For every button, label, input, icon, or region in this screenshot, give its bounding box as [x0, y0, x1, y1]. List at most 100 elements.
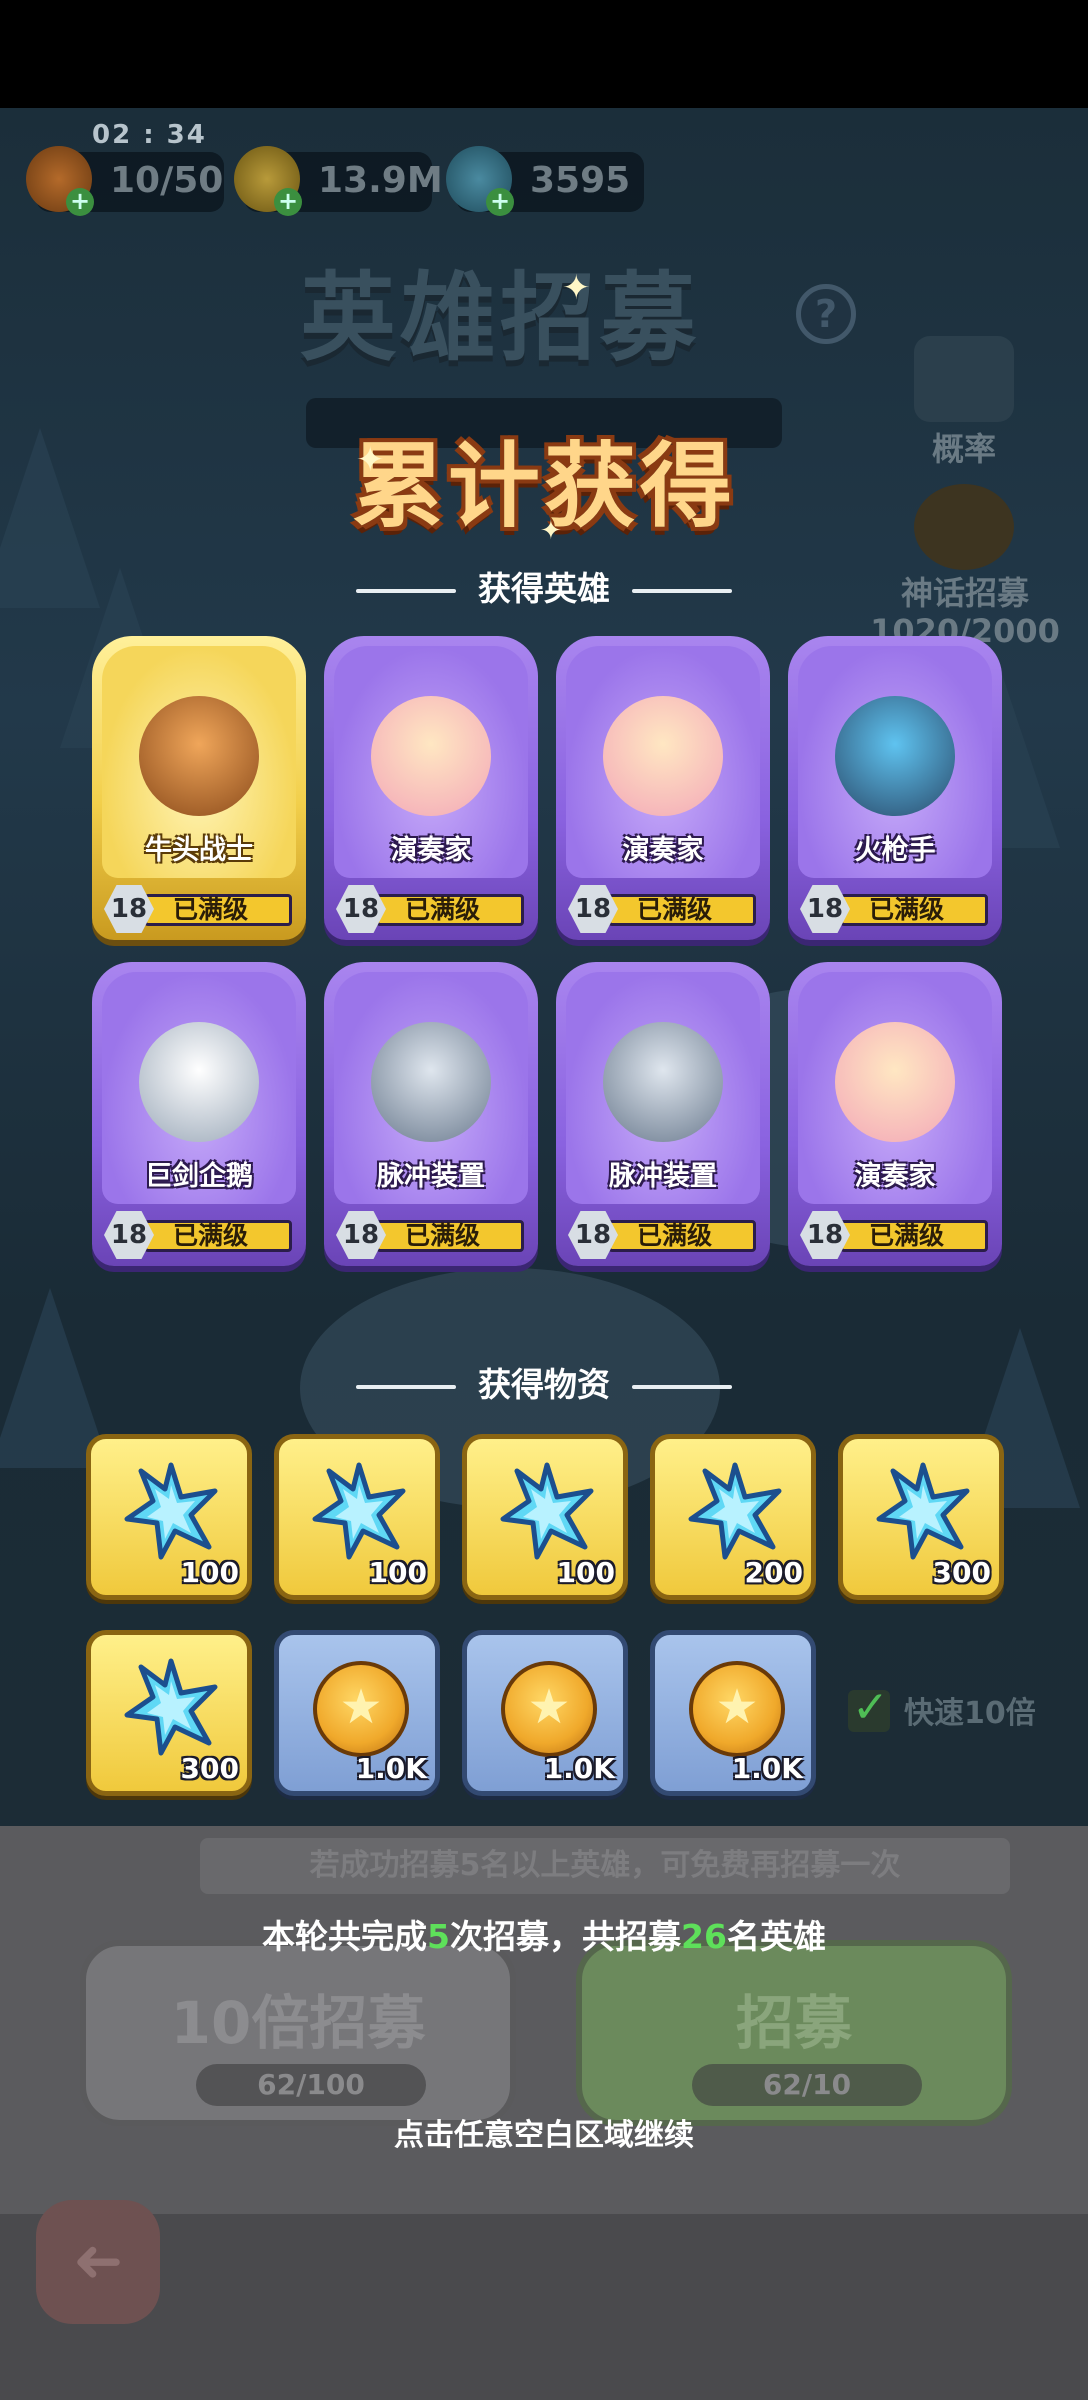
single-recruit-label: 招募	[735, 1989, 852, 2057]
divider	[632, 1384, 732, 1389]
max-level-tag: 已满级	[144, 894, 292, 926]
hero-card[interactable]: 牛头战士 已满级 18	[92, 636, 306, 946]
item-amount: 300	[932, 1556, 991, 1589]
plus-icon[interactable]: +	[274, 188, 302, 216]
reward-item[interactable]: 200	[650, 1434, 816, 1600]
gold-coin-icon	[689, 1661, 785, 1757]
snowflake-gem-icon	[124, 1658, 218, 1756]
hero-level: 18	[104, 885, 154, 933]
hero-name: 演奏家	[854, 1161, 936, 1192]
hero-card[interactable]: 火枪手已满级 18	[788, 636, 1002, 946]
single-recruit-button[interactable]: 招募 62/10	[576, 1940, 1012, 2126]
hero-level: 18	[336, 885, 386, 933]
sparkle-icon: ✦	[356, 440, 385, 480]
sword-penguin-icon	[139, 1022, 259, 1142]
back-arrow-icon[interactable]	[36, 2200, 160, 2324]
hero-card[interactable]: 巨剑企鹅 已满级 18	[92, 962, 306, 1272]
hero-card[interactable]: 演奏家已满级 18	[324, 636, 538, 946]
quick-ten-checkbox[interactable]	[848, 1682, 890, 1733]
reward-item[interactable]: 300	[838, 1434, 1004, 1600]
gold-coin-icon	[501, 1661, 597, 1757]
max-level-tag: 已满级	[840, 1220, 988, 1252]
max-level-label: 已满级	[173, 1221, 249, 1250]
hero-card[interactable]: 脉冲装置已满级 18	[324, 962, 538, 1272]
summary-text: 本轮共完成	[262, 1917, 428, 1956]
hero-name: 演奏家	[622, 835, 704, 866]
quick-ten-label: 快速10倍	[904, 1696, 1036, 1731]
hero-card-frame: 巨剑企鹅 已满级 18	[92, 962, 306, 1266]
hero-name: 演奏家	[390, 835, 472, 866]
max-level-label: 已满级	[637, 895, 713, 924]
divider	[632, 588, 732, 593]
max-level-tag: 已满级	[376, 894, 524, 926]
minotaur-warrior-icon	[139, 696, 259, 816]
hero-level: 18	[800, 885, 850, 933]
snowflake-gem-icon	[876, 1462, 970, 1560]
stamina-counter[interactable]: + 10/50	[26, 146, 224, 216]
hero-level: 18	[800, 1211, 850, 1259]
max-level-label: 已满级	[637, 1221, 713, 1250]
max-level-tag: 已满级	[608, 1220, 756, 1252]
ten-recruit-cost: 62/100	[196, 2064, 426, 2106]
reward-item[interactable]: 100	[86, 1434, 252, 1600]
item-amount: 100	[180, 1556, 239, 1589]
divider	[356, 1384, 456, 1389]
plus-icon[interactable]: +	[66, 188, 94, 216]
hero-level-bar: 已满级 18	[336, 885, 526, 933]
hero-card[interactable]: 演奏家已满级 18	[788, 962, 1002, 1272]
max-level-label: 已满级	[405, 895, 481, 924]
hero-level-bar: 已满级 18	[568, 885, 758, 933]
hero-level: 18	[336, 1211, 386, 1259]
pulse-device-icon	[371, 1022, 491, 1142]
ten-recruit-button[interactable]: 10倍招募 62/100	[80, 1940, 516, 2126]
reward-item[interactable]: 1.0K	[274, 1630, 440, 1796]
item-amount: 200	[744, 1556, 803, 1589]
hero-card-frame: 演奏家已满级 18	[556, 636, 770, 940]
gold-counter[interactable]: + 13.9M	[234, 146, 443, 216]
reward-item[interactable]: 1.0K	[650, 1630, 816, 1796]
sparkle-icon: ✦	[562, 268, 591, 308]
bottom-panel-footer	[0, 2214, 1088, 2400]
gold-coin-icon	[313, 1661, 409, 1757]
hero-level: 18	[104, 1211, 154, 1259]
stamina-value: 10/50	[110, 160, 224, 201]
max-level-tag: 已满级	[840, 894, 988, 926]
hero-level-bar: 已满级 18	[568, 1211, 758, 1259]
probability-icon[interactable]	[914, 336, 1014, 422]
hero-card-frame: 火枪手已满级 18	[788, 636, 1002, 940]
hero-name: 火枪手	[854, 835, 936, 866]
summary-hero-count: 26	[681, 1917, 727, 1956]
recruit-page-title: 英雄招募	[300, 262, 700, 374]
snowflake-gem-icon	[688, 1462, 782, 1560]
hud-timer: 02 : 34	[92, 120, 207, 150]
ten-recruit-label: 10倍招募	[170, 1989, 426, 2057]
hero-card[interactable]: 演奏家已满级 18	[556, 636, 770, 946]
item-amount: 100	[556, 1556, 615, 1589]
summary-text: 次招募，共招募	[450, 1917, 682, 1956]
game-screen[interactable]: 02 : 34 + 10/50 + 13.9M + 3595 英雄招募 ? 概率…	[0, 0, 1088, 2400]
item-amount: 1.0K	[543, 1752, 615, 1785]
reward-item[interactable]: 100	[462, 1434, 628, 1600]
plus-icon[interactable]: +	[486, 188, 514, 216]
hero-card-frame: 脉冲装置已满级 18	[324, 962, 538, 1266]
recruit-summary: 本轮共完成5次招募，共招募26名英雄	[0, 1910, 1088, 1958]
musketeer-icon	[835, 696, 955, 816]
reward-item[interactable]: 300	[86, 1630, 252, 1796]
pulse-device-icon	[603, 1022, 723, 1142]
reward-item[interactable]: 100	[274, 1434, 440, 1600]
snowflake-gem-icon	[500, 1462, 594, 1560]
item-amount: 300	[180, 1752, 239, 1785]
musician-icon	[835, 1022, 955, 1142]
heroes-header-label: 获得英雄	[478, 569, 610, 608]
musician-icon	[603, 696, 723, 816]
tap-to-continue[interactable]: 点击任意空白区域继续	[0, 2110, 1088, 2154]
hero-card[interactable]: 脉冲装置 已满级 18	[556, 962, 770, 1272]
free-recruit-tip: 若成功招募5名以上英雄，可免费再招募一次	[200, 1838, 1010, 1894]
help-icon[interactable]: ?	[796, 284, 856, 344]
item-amount: 100	[368, 1556, 427, 1589]
hero-name: 脉冲装置	[377, 1161, 485, 1192]
reward-item[interactable]: 1.0K	[462, 1630, 628, 1796]
hero-level-bar: 已满级 18	[104, 1211, 294, 1259]
hero-level-bar: 已满级 18	[336, 1211, 526, 1259]
gem-counter[interactable]: + 3595	[446, 146, 644, 216]
